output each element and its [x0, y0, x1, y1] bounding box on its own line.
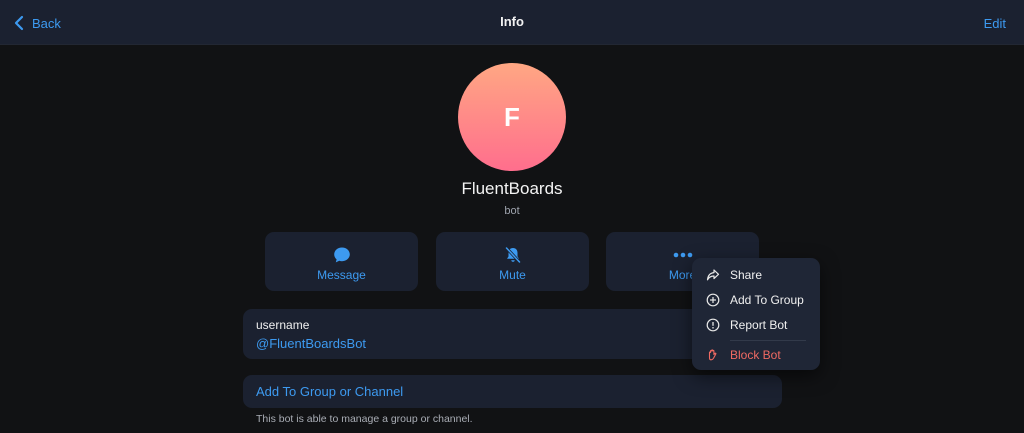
menu-label-add-to-group: Add To Group — [730, 293, 804, 307]
plus-circle-icon — [706, 293, 720, 307]
menu-label-report-bot: Report Bot — [730, 318, 788, 332]
avatar-initial: F — [504, 101, 520, 132]
add-to-group-footnote: This bot is able to manage a group or ch… — [256, 413, 473, 425]
more-dots-icon — [673, 252, 692, 258]
profile-name: FluentBoards — [461, 179, 563, 198]
menu-label-share: Share — [730, 268, 763, 282]
add-to-group-label: Add To Group or Channel — [256, 384, 404, 399]
menu-divider — [730, 340, 806, 341]
message-bubble-icon — [333, 247, 350, 263]
menu-item-share[interactable]: Share — [692, 264, 820, 286]
top-bar: Back Info Edit — [0, 0, 1024, 45]
message-button[interactable]: Message — [265, 232, 418, 291]
message-label: Message — [317, 268, 366, 282]
add-to-group-button[interactable]: Add To Group or Channel — [243, 375, 782, 408]
page-title: Info — [500, 14, 524, 29]
menu-label-block-bot: Block Bot — [730, 348, 781, 362]
menu-item-block-bot[interactable]: Block Bot — [692, 344, 820, 366]
mute-label: Mute — [499, 268, 526, 282]
bell-muted-icon — [504, 246, 521, 264]
hand-block-icon — [708, 349, 717, 361]
menu-item-report-bot[interactable]: Report Bot — [692, 314, 820, 336]
share-arrow-icon — [706, 269, 720, 281]
mute-button[interactable]: Mute — [436, 232, 589, 291]
more-menu: Share Add To Group Report Bot Block Bot — [692, 258, 820, 370]
edit-button[interactable]: Edit — [984, 16, 1006, 31]
username-link[interactable]: @FluentBoardsBot — [256, 336, 366, 351]
menu-item-add-to-group[interactable]: Add To Group — [692, 289, 820, 311]
info-circle-icon — [706, 318, 720, 332]
profile-subtitle: bot — [504, 205, 520, 217]
username-label: username — [256, 318, 310, 332]
avatar[interactable]: F — [458, 63, 566, 171]
